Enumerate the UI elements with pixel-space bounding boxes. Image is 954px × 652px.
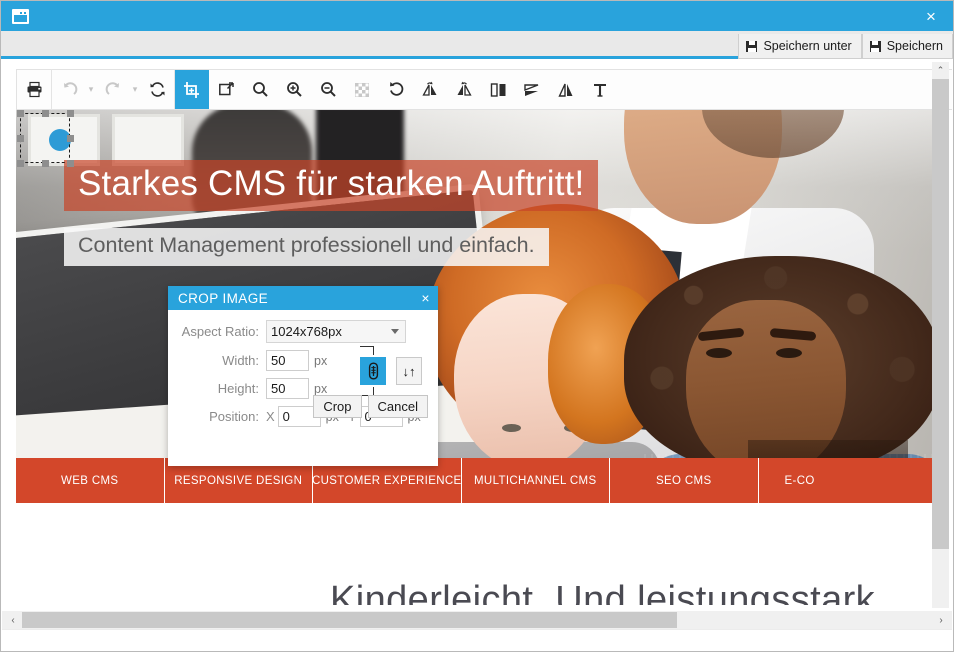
aspect-ratio-row: Aspect Ratio:	[168, 320, 438, 343]
person-front-man	[624, 256, 932, 458]
close-icon[interactable]: ×	[421, 291, 430, 305]
width-input[interactable]	[266, 350, 309, 371]
crop-handle[interactable]	[42, 160, 49, 167]
close-icon[interactable]: ×	[909, 1, 953, 31]
flip-vertical-icon[interactable]	[549, 70, 583, 109]
crop-selection[interactable]	[17, 110, 74, 167]
crop-handle[interactable]	[17, 110, 24, 117]
nav-item-web-cms[interactable]: WEB CMS	[16, 458, 165, 503]
section-heading: Kinderleicht. Und leistungsstark.	[330, 579, 887, 605]
head	[624, 110, 844, 224]
beard	[702, 110, 844, 158]
redo-icon[interactable]	[96, 70, 130, 109]
link-aspect-icon[interactable]	[360, 357, 386, 385]
resize-icon[interactable]	[209, 70, 243, 109]
window-titlebar: ×	[1, 1, 953, 31]
zoom-out-icon[interactable]	[311, 70, 345, 109]
crop-handle[interactable]	[67, 110, 74, 117]
image-canvas[interactable]: Starkes CMS für starken Auftritt! Conten…	[16, 110, 932, 605]
width-label: Width:	[222, 353, 259, 368]
hero-headline: Starkes CMS für starken Auftritt!	[64, 160, 599, 211]
crop-dialog-body: Aspect Ratio: Width: px Height: px	[168, 310, 438, 427]
redo-dropdown-dot[interactable]: ▾	[130, 84, 140, 95]
position-label: Position:	[209, 409, 259, 424]
print-icon[interactable]	[17, 70, 51, 109]
nav-item-ecommerce[interactable]: E-CO	[759, 458, 933, 503]
zoom-fit-icon[interactable]	[243, 70, 277, 109]
zoom-in-icon[interactable]	[277, 70, 311, 109]
nav-item-seo-cms[interactable]: SEO CMS	[610, 458, 759, 503]
width-unit: px	[314, 353, 328, 368]
hero-photo: Starkes CMS für starken Auftritt! Conten…	[16, 110, 932, 458]
flip-horizontal-icon[interactable]	[481, 70, 515, 109]
crop-handle[interactable]	[17, 135, 24, 142]
scroll-right-icon[interactable]: ›	[932, 611, 950, 629]
crop-dialog-titlebar: CROP IMAGE ×	[168, 286, 438, 310]
undo-icon[interactable]	[52, 70, 86, 109]
crop-image-dialog: CROP IMAGE × Aspect Ratio: Width: px	[168, 286, 438, 466]
hero-subheadline: Content Management professionell und ein…	[64, 228, 549, 266]
aspect-ratio-label: Aspect Ratio:	[181, 324, 259, 339]
vertical-scrollbar[interactable]: ⌃	[932, 62, 949, 608]
swap-dimensions-icon[interactable]: ↓↑	[396, 357, 422, 385]
eye	[776, 348, 802, 358]
wall-board	[112, 114, 184, 166]
flip-icon[interactable]	[515, 70, 549, 109]
rotate-icon[interactable]	[379, 70, 413, 109]
height-unit: px	[314, 381, 328, 396]
save-label: Speichern	[886, 39, 943, 53]
image-editor-window: × Speichern unter Speichern ▾ ▾ Starkes …	[0, 0, 954, 652]
nav-item-multichannel-cms[interactable]: MULTICHANNEL CMS	[462, 458, 610, 503]
position-x-axis-label: X	[266, 409, 275, 424]
height-label: Height:	[217, 381, 259, 396]
rotate-right-icon[interactable]	[447, 70, 481, 109]
image-toolbar: ▾ ▾	[16, 69, 952, 110]
save-as-button[interactable]: Speichern unter	[738, 34, 862, 59]
scroll-up-icon[interactable]: ⌃	[932, 62, 949, 79]
undo-dropdown-dot[interactable]: ▾	[86, 84, 96, 95]
crop-dialog-buttons: Crop Cancel	[313, 395, 428, 418]
face	[686, 300, 908, 458]
rotate-left-icon[interactable]	[413, 70, 447, 109]
transparency-icon[interactable]	[345, 70, 379, 109]
horizontal-scrollbar[interactable]: ‹ ›	[2, 611, 952, 629]
save-button[interactable]: Speichern	[861, 34, 953, 59]
aspect-link-group: ↓↑	[354, 346, 426, 396]
site-lower-section: Kinderleicht. Und leistungsstark.	[16, 503, 932, 605]
crop-handle[interactable]	[67, 160, 74, 167]
horizontal-scroll-thumb[interactable]	[22, 612, 677, 628]
cancel-button[interactable]: Cancel	[367, 395, 428, 418]
website-screenshot: Starkes CMS für starken Auftritt! Conten…	[16, 110, 932, 605]
site-navbar: WEB CMS RESPONSIVE DESIGN CUSTOMER EXPER…	[16, 458, 932, 503]
scroll-left-icon[interactable]: ‹	[4, 611, 22, 629]
aspect-ratio-select[interactable]	[266, 320, 406, 343]
vertical-scroll-thumb[interactable]	[932, 79, 949, 549]
crop-handle[interactable]	[67, 135, 74, 142]
bracket-top	[360, 346, 374, 355]
aspect-ratio-select-wrap	[266, 320, 406, 343]
command-bar: Speichern unter Speichern	[1, 31, 953, 59]
save-as-label: Speichern unter	[763, 39, 852, 53]
crop-dialog-title: CROP IMAGE	[178, 290, 269, 306]
eye	[502, 424, 521, 432]
crop-handle[interactable]	[17, 160, 24, 167]
window-icon	[12, 8, 29, 24]
floppy-disk-icon	[869, 40, 881, 52]
text-icon[interactable]	[583, 70, 617, 109]
crop-icon[interactable]	[175, 70, 209, 109]
height-input[interactable]	[266, 378, 309, 399]
eye	[706, 348, 732, 358]
editor-area: ▾ ▾ Starkes CMS für starken Auftritt! Co…	[2, 62, 952, 651]
crop-handle[interactable]	[42, 110, 49, 117]
status-area	[2, 629, 952, 651]
beard	[748, 440, 908, 458]
reset-icon[interactable]	[140, 70, 174, 109]
floppy-disk-icon	[746, 40, 758, 52]
crop-button[interactable]: Crop	[313, 395, 362, 418]
